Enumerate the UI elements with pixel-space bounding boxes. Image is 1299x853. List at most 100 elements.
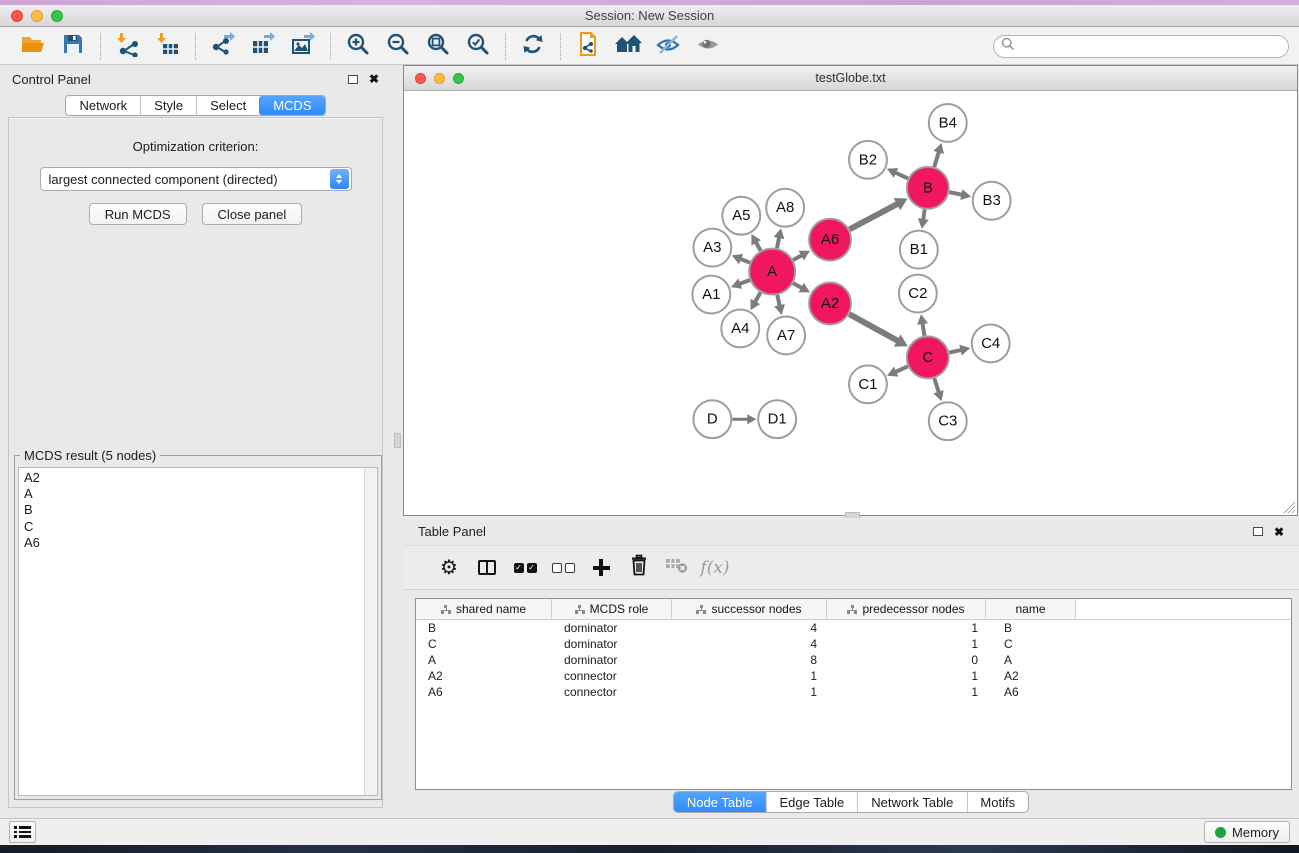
export-network-button[interactable] [205,31,241,61]
network-canvas[interactable]: B4B2BB3A8A5A6A3B1AA1C2A2A4A7C4CC1DC3D1 [404,92,1297,515]
vertical-splitter-grip[interactable] [394,433,401,448]
task-history-button[interactable] [9,821,36,843]
table-cell[interactable]: connector [552,685,672,699]
add-column-button[interactable] [582,551,620,585]
graph-edge-A2-C[interactable] [849,314,898,341]
tab-network[interactable]: Network [66,96,140,115]
mcds-list-scrollbar[interactable] [364,468,377,795]
graph-edge-A-A7[interactable] [777,295,779,306]
home-neighbors-button[interactable] [610,31,646,61]
mcds-result-item[interactable]: B [19,502,363,518]
mcds-result-item[interactable]: A2 [19,470,363,486]
open-session-button[interactable] [15,31,51,61]
deselect-all-button[interactable] [544,551,582,585]
window-resize-grip[interactable] [1282,500,1295,513]
column-header-shared-name[interactable]: shared name [416,599,552,619]
graph-edge-C-C1[interactable] [895,366,908,372]
table-cell[interactable]: 1 [672,669,827,683]
graph-edge-B-B2[interactable] [895,172,908,178]
close-panel-button[interactable]: Close panel [202,203,303,225]
table-cell[interactable]: B [416,621,552,635]
mcds-result-item[interactable]: A6 [19,535,363,551]
mcds-result-item[interactable]: C [19,519,363,535]
mcds-result-item[interactable]: A [19,486,363,502]
tab-select[interactable]: Select [196,96,259,115]
table-cell[interactable]: A [416,653,552,667]
graph-edge-B-B1[interactable] [923,209,925,220]
run-mcds-button[interactable]: Run MCDS [89,203,187,225]
memory-button[interactable]: Memory [1204,821,1290,843]
tab-node-table[interactable]: Node Table [674,792,766,812]
table-cell[interactable]: A6 [416,685,552,699]
graph-edge-A-A5[interactable] [756,242,761,251]
table-cell[interactable]: 0 [827,653,986,667]
function-builder-button[interactable]: f(x) [696,551,734,585]
criterion-dropdown[interactable]: largest connected component (directed) [40,167,352,191]
zoom-fit-button[interactable] [420,31,456,61]
export-table-button[interactable] [245,31,281,61]
graph-edge-B-B4[interactable] [934,152,939,167]
column-header-predecessor-nodes[interactable]: predecessor nodes [827,599,986,619]
table-row[interactable]: Adominator80A [416,652,1291,668]
export-image-button[interactable] [285,31,321,61]
table-cell[interactable]: connector [552,669,672,683]
table-cell[interactable]: A [986,653,1076,667]
table-cell[interactable]: dominator [552,653,672,667]
network-from-file-button[interactable] [570,31,606,61]
table-row[interactable]: A6connector11A6 [416,684,1291,700]
table-cell[interactable]: dominator [552,637,672,651]
show-all-button[interactable] [690,31,726,61]
table-row[interactable]: A2connector11A2 [416,668,1291,684]
table-cell[interactable]: 4 [672,637,827,651]
graph-edge-A-A1[interactable] [739,280,749,284]
tab-mcds[interactable]: MCDS [259,96,324,115]
graph-edge-A-A8[interactable] [777,237,779,248]
graph-edge-B-B3[interactable] [949,192,962,195]
tab-style[interactable]: Style [140,96,196,115]
graph-edge-C-C3[interactable] [934,378,938,392]
table-cell[interactable]: 1 [827,685,986,699]
zoom-out-button[interactable] [380,31,416,61]
search-input[interactable] [1020,37,1288,55]
column-chooser-button[interactable] [468,551,506,585]
refresh-button[interactable] [515,31,551,61]
table-settings-button[interactable]: ⚙ [430,551,468,585]
column-header-MCDS-role[interactable]: MCDS role [552,599,672,619]
table-cell[interactable]: C [986,637,1076,651]
import-table-button[interactable] [150,31,186,61]
hide-selected-button[interactable] [650,31,686,61]
column-header-name[interactable]: name [986,599,1076,619]
close-table-panel-icon[interactable]: ✖ [1274,526,1284,538]
float-table-panel-icon[interactable] [1253,527,1263,536]
zoom-in-button[interactable] [340,31,376,61]
table-row[interactable]: Cdominator41C [416,636,1291,652]
table-cell[interactable]: A2 [416,669,552,683]
table-cell[interactable]: 1 [827,637,986,651]
column-header-successor-nodes[interactable]: successor nodes [672,599,827,619]
graph-edge-A-A6[interactable] [793,255,802,260]
table-cell[interactable]: B [986,621,1076,635]
table-cell[interactable]: 4 [672,621,827,635]
graph-edge-A-A2[interactable] [793,283,802,288]
table-cell[interactable]: 1 [672,685,827,699]
tab-motifs[interactable]: Motifs [966,792,1028,812]
network-window-titlebar[interactable]: testGlobe.txt [404,66,1297,91]
float-panel-icon[interactable] [348,75,358,84]
table-row[interactable]: Bdominator41B [416,620,1291,636]
graph-edge-C-C2[interactable] [922,323,924,336]
table-cell[interactable]: A6 [986,685,1076,699]
graph-edge-A-A3[interactable] [740,259,750,263]
tab-edge-table[interactable]: Edge Table [765,792,857,812]
graph-edge-A-A4[interactable] [755,292,761,302]
table-cell[interactable]: 8 [672,653,827,667]
table-cell[interactable]: 1 [827,669,986,683]
table-cell[interactable]: 1 [827,621,986,635]
delete-table-button[interactable] [658,551,696,585]
search-field[interactable] [993,35,1289,58]
save-session-button[interactable] [55,31,91,61]
zoom-selected-button[interactable] [460,31,496,61]
graph-edge-A6-B[interactable] [849,204,897,230]
table-cell[interactable]: A2 [986,669,1076,683]
import-network-button[interactable] [110,31,146,61]
table-cell[interactable]: dominator [552,621,672,635]
